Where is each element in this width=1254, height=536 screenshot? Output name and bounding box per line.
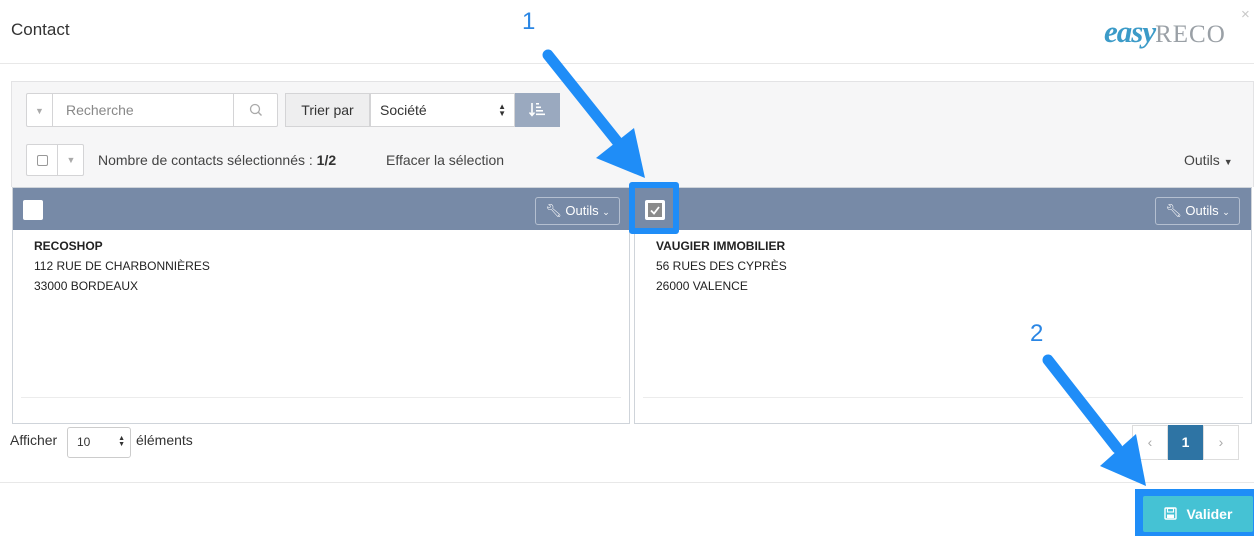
prev-page-button[interactable]: ‹ bbox=[1132, 425, 1168, 460]
per-page-suffix: éléments bbox=[136, 432, 193, 448]
footer-divider bbox=[0, 482, 1254, 483]
select-arrows-icon: ▲ ▼ bbox=[118, 435, 125, 448]
contact-card[interactable]: 🔧︎ Outils ⌄ VAUGIER IMMOBILIER 56 RUES D… bbox=[634, 187, 1252, 424]
search-input[interactable] bbox=[54, 94, 232, 126]
per-page-value: 10 bbox=[77, 435, 91, 449]
contact-toolbar: ▼ Trier par Société ▲▼ ▼ Nombre de conta… bbox=[11, 81, 1254, 187]
toolbar-tools-label: Outils bbox=[1184, 152, 1220, 168]
step1-highlight-box bbox=[629, 182, 679, 234]
sort-by-label: Trier par bbox=[285, 93, 370, 127]
card-tools-label: Outils bbox=[1185, 203, 1219, 218]
easyreco-logo: easyRECO bbox=[1104, 14, 1226, 49]
search-icon bbox=[249, 103, 262, 116]
contact-card-checkbox[interactable] bbox=[23, 200, 43, 220]
per-page-select[interactable]: 10 ▲ ▼ bbox=[67, 427, 131, 458]
wrench-icon: 🔧︎ bbox=[545, 203, 562, 218]
contact-card[interactable]: 🔧︎ Outils ⌄ RECOSHOP 112 RUE DE CHARBONN… bbox=[12, 187, 630, 424]
contact-name: VAUGIER IMMOBILIER bbox=[656, 239, 786, 253]
next-page-button[interactable]: › bbox=[1203, 425, 1239, 460]
toolbar-tools-dropdown[interactable]: Outils ▼ bbox=[1184, 152, 1233, 168]
card-tools-button[interactable]: 🔧︎ Outils ⌄ bbox=[1155, 197, 1240, 225]
selection-count-text: Nombre de contacts sélectionnés : 1/2 bbox=[98, 152, 336, 168]
selection-count-value: 1/2 bbox=[316, 152, 337, 168]
modal-header: Contact easyRECO × bbox=[0, 0, 1254, 64]
sort-field-value: Société bbox=[380, 102, 427, 118]
search-filter-dropdown[interactable]: ▼ bbox=[27, 94, 53, 126]
contact-address: 112 RUE DE CHARBONNIÈRES bbox=[34, 259, 210, 273]
pagination: ‹ 1 › bbox=[1132, 425, 1239, 460]
modal-title: Contact bbox=[11, 20, 70, 39]
close-icon[interactable]: × bbox=[1241, 6, 1250, 23]
bulk-select-group: ▼ bbox=[26, 144, 84, 176]
selection-count-label: Nombre de contacts sélectionnés : bbox=[98, 152, 317, 168]
wrench-icon: 🔧︎ bbox=[1165, 203, 1182, 218]
bulk-select-dropdown[interactable]: ▼ bbox=[57, 145, 84, 175]
card-divider bbox=[643, 397, 1243, 398]
per-page-prefix: Afficher bbox=[10, 432, 58, 448]
card-divider bbox=[21, 397, 621, 398]
step1-number: 1 bbox=[522, 8, 536, 35]
contact-name: RECOSHOP bbox=[34, 239, 103, 253]
contact-city: 26000 VALENCE bbox=[656, 279, 748, 293]
contact-card-body: VAUGIER IMMOBILIER 56 RUES DES CYPRÈS 26… bbox=[656, 236, 787, 296]
card-tools-label: Outils bbox=[565, 203, 599, 218]
validate-button[interactable]: Valider bbox=[1143, 496, 1253, 532]
save-icon bbox=[1163, 506, 1187, 522]
contact-city: 33000 BORDEAUX bbox=[34, 279, 139, 293]
chevron-down-icon: ⌄ bbox=[1222, 207, 1230, 217]
contact-card-header: 🔧︎ Outils ⌄ bbox=[13, 188, 629, 230]
select-arrows-icon: ▲ ▼ bbox=[498, 102, 506, 118]
logo-part-reco: RECO bbox=[1155, 21, 1226, 48]
chevron-down-icon: ⌄ bbox=[602, 207, 610, 217]
contact-card-body: RECOSHOP 112 RUE DE CHARBONNIÈRES 33000 … bbox=[34, 236, 210, 296]
contact-address: 56 RUES DES CYPRÈS bbox=[656, 259, 787, 273]
sort-ascending-icon bbox=[528, 103, 545, 117]
select-all-checkbox[interactable] bbox=[37, 155, 48, 166]
clear-selection-link[interactable]: Effacer la sélection bbox=[386, 152, 504, 168]
contact-card-header: 🔧︎ Outils ⌄ bbox=[635, 188, 1251, 230]
search-button[interactable] bbox=[233, 94, 278, 126]
caret-down-icon: ▼ bbox=[1223, 157, 1233, 167]
page-number-button[interactable]: 1 bbox=[1168, 425, 1203, 460]
sort-field-select[interactable]: Société ▲ ▼ bbox=[370, 93, 515, 127]
search-group: ▼ bbox=[26, 93, 278, 127]
validate-label: Valider bbox=[1186, 506, 1233, 522]
step2-number: 2 bbox=[1030, 320, 1044, 347]
sort-order-button[interactable] bbox=[515, 93, 560, 127]
card-tools-button[interactable]: 🔧︎ Outils ⌄ bbox=[535, 197, 620, 225]
logo-part-easy: easy bbox=[1104, 14, 1156, 49]
